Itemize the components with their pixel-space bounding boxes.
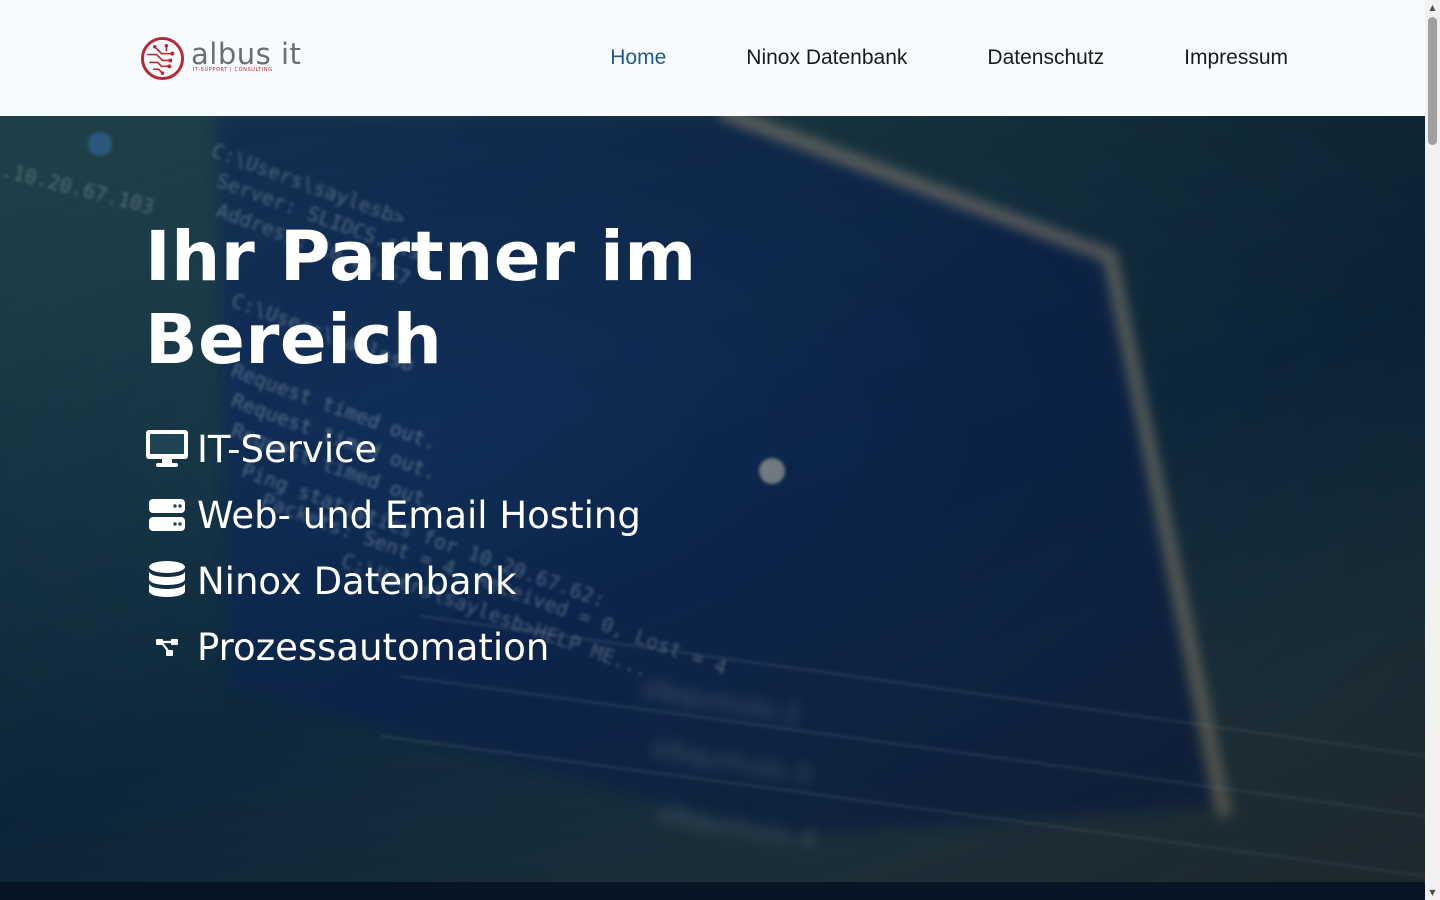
circuit-logo-icon xyxy=(140,36,185,80)
logo-tagline: IT-SUPPORT | CONSULTING xyxy=(193,67,273,73)
service-item-prozessautomation: Prozessautomation xyxy=(145,614,845,680)
server-icon xyxy=(145,493,189,537)
hero-title-line2: Bereich xyxy=(145,300,443,380)
service-item-it-service: IT-Service xyxy=(145,416,845,482)
desktop-icon xyxy=(145,427,189,471)
nav-impressum[interactable]: Impressum xyxy=(1184,46,1288,70)
hero-title: Ihr Partner im Bereich xyxy=(145,216,845,382)
scroll-up-arrow-icon[interactable]: ▲ xyxy=(1425,0,1440,15)
service-label: Ninox Datenbank xyxy=(197,559,517,603)
service-list: IT-Service Web- und Email Hosting Ninox … xyxy=(145,416,845,680)
nav-home[interactable]: Home xyxy=(610,46,666,70)
hero-content: Ihr Partner im Bereich IT-Service Web- u… xyxy=(145,216,845,680)
hero-title-line1: Ihr Partner im xyxy=(145,217,697,297)
service-label: IT-Service xyxy=(197,427,378,471)
service-item-ninox-datenbank: Ninox Datenbank xyxy=(145,548,845,614)
scrollbar-thumb[interactable] xyxy=(1428,17,1437,145)
hero-section: .10.20.67.103 C:\Users\saylesb> Server: … xyxy=(0,116,1425,882)
nav-datenschutz[interactable]: Datenschutz xyxy=(987,46,1104,70)
main-nav: Home Ninox Datenbank Datenschutz Impress… xyxy=(610,0,1288,116)
site-header: albus it IT-SUPPORT | CONSULTING Home Ni… xyxy=(0,0,1425,116)
workflow-icon xyxy=(145,625,189,669)
service-label: Prozessautomation xyxy=(197,625,550,669)
scroll-down-arrow-icon[interactable]: ▼ xyxy=(1425,885,1440,900)
page: albus it IT-SUPPORT | CONSULTING Home Ni… xyxy=(0,0,1440,900)
nav-ninox-datenbank[interactable]: Ninox Datenbank xyxy=(746,46,907,70)
service-item-hosting: Web- und Email Hosting xyxy=(145,482,845,548)
footer-strip xyxy=(0,882,1425,900)
database-icon xyxy=(145,559,189,603)
logo[interactable]: albus it IT-SUPPORT | CONSULTING xyxy=(140,34,301,82)
page-scrollbar[interactable]: ▲ ▼ xyxy=(1425,0,1440,900)
service-label: Web- und Email Hosting xyxy=(197,493,641,537)
